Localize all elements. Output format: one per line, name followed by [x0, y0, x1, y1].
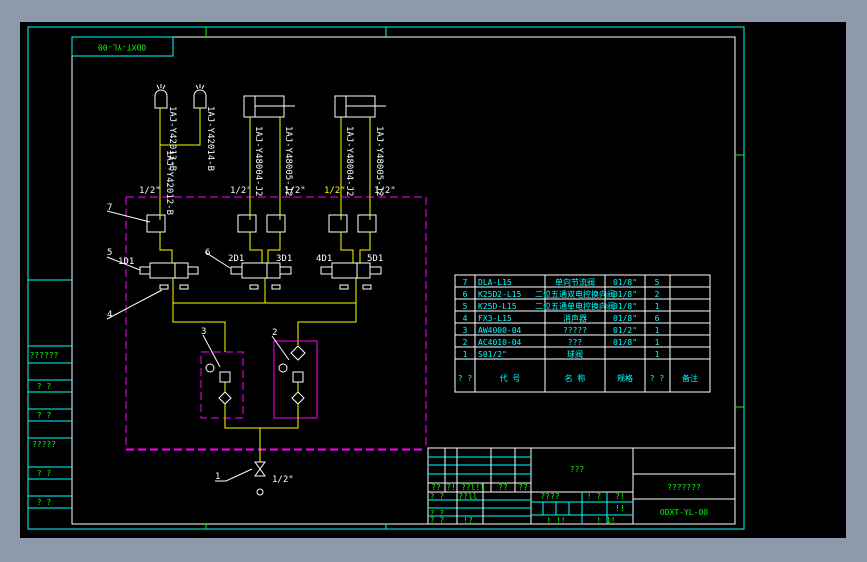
bom-cell-qty: 6: [655, 314, 660, 323]
bom-cell-no: 7: [463, 278, 468, 287]
bom-cell-no: 2: [463, 338, 468, 347]
pipe-label: 1AJ-Y42014-B: [205, 106, 215, 171]
bom-cell-spec: 01/8": [613, 302, 637, 311]
company-name: ???????: [667, 483, 701, 492]
bom-cell-name: ?????: [563, 326, 587, 335]
drawing-title: ???: [570, 465, 585, 474]
callout-7: 7: [107, 203, 112, 213]
bom-header-remark: 备注: [682, 373, 698, 383]
bom-cell-name: 单向节流阀: [555, 277, 595, 287]
title-block-label: ??: [431, 483, 441, 492]
bom-cell-no: 6: [463, 290, 468, 299]
title-block-label: ??ll: [458, 492, 477, 501]
size-label: 1/2": [272, 475, 294, 485]
callout-1: 1: [215, 472, 220, 482]
bom-cell-qty: 1: [655, 350, 660, 359]
title-block-label: ?!: [446, 483, 456, 492]
bom-cell-qty: 1: [655, 338, 660, 347]
bom-cell-name: 球阀: [567, 349, 583, 359]
bom-cell-spec: 01/2": [613, 326, 637, 335]
title-block-label: ?!: [615, 492, 625, 501]
bom-cell-code: AW4000-04: [478, 326, 522, 335]
callout-6: 6: [205, 248, 210, 258]
size-label: 1/2": [230, 186, 252, 196]
title-block-label: !?: [463, 516, 473, 525]
callout-3: 3: [201, 327, 206, 337]
bom-cell-code: S01/2": [478, 350, 507, 359]
bom-cell-no: 1: [463, 350, 468, 359]
callout-5: 5: [107, 248, 112, 258]
size-label: 1/2": [139, 186, 161, 196]
title-block-label: ! !!: [546, 516, 565, 525]
strip-label: ?????: [32, 440, 56, 449]
bom-cell-qty: 5: [655, 278, 660, 287]
bom-cell-spec: 01/8": [613, 278, 637, 287]
title-block-label: ! 1!: [596, 516, 615, 525]
bom-cell-code: FX3-L15: [478, 314, 512, 323]
bom-cell-no: 5: [463, 302, 468, 311]
bom-cell-code: AC4010-04: [478, 338, 522, 347]
size-label: 1/2": [284, 186, 306, 196]
cad-drawing-canvas[interactable]: ODXT-YL-00 ?????? ? ? ? ? ????? ? ? ? ? …: [0, 0, 867, 562]
bom-header-code: 代 号: [500, 373, 521, 383]
title-block-label: ? ?: [430, 492, 445, 501]
drawing-background: [20, 22, 846, 538]
bom-header-no: ? ?: [458, 374, 473, 383]
valve-tag: 3D1: [276, 254, 292, 264]
bom-cell-name: 二位五通单电控换向阀: [535, 301, 615, 311]
bom-cell-code: K25D-L15: [478, 302, 517, 311]
bom-header-name: 名 称: [565, 373, 586, 383]
pipe-label: 1AJ-Y48004-J2: [253, 126, 263, 196]
size-label: 1/2": [374, 186, 396, 196]
bom-cell-qty: 1: [655, 302, 660, 311]
bom-cell-no: 4: [463, 314, 468, 323]
strip-label: ??????: [30, 351, 59, 360]
size-label: 1/2": [324, 186, 346, 196]
stamp-code: ODXT-YL-00: [98, 43, 146, 52]
strip-label: ? ?: [37, 469, 52, 478]
bom-cell-qty: 2: [655, 290, 660, 299]
bom-header-qty: ? ?: [650, 374, 665, 383]
title-block-label: ????: [540, 492, 559, 501]
callout-4: 4: [107, 310, 112, 320]
title-block-label: ??: [518, 483, 528, 492]
bom-cell-spec: 01/8": [613, 314, 637, 323]
valve-tag: 4D1: [316, 254, 332, 264]
strip-label: ? ?: [37, 411, 52, 420]
bom-cell-spec: 01/8": [613, 338, 637, 347]
bom-cell-spec: 01/8": [613, 290, 637, 299]
bom-cell-name: ???: [568, 338, 583, 347]
strip-label: ? ?: [37, 382, 52, 391]
title-block-label: ??: [498, 483, 508, 492]
title-block-label: !!: [615, 504, 625, 513]
bom-cell-code: DLA-L15: [478, 278, 512, 287]
valve-tag: 5D1: [367, 254, 383, 264]
drawing-number: ODXT-YL-00: [660, 508, 708, 517]
bom-cell-no: 3: [463, 326, 468, 335]
bom-header-spec: 规格: [617, 373, 633, 383]
bom-cell-name: 二位五通双电控换向阀: [535, 289, 615, 299]
bom-cell-code: K25D2-L15: [478, 290, 522, 299]
callout-2: 2: [272, 328, 277, 338]
bom-cell-name: 消声器: [563, 313, 587, 323]
title-block-label: ??l!l: [461, 483, 485, 492]
strip-label: ? ?: [37, 498, 52, 507]
pipe-label: 1AJ-Y42012-B: [164, 150, 174, 215]
title-block-label: ! ?: [587, 492, 602, 501]
valve-tag: 2D1: [228, 254, 244, 264]
title-block-label: ? ?: [430, 516, 445, 525]
bom-cell-qty: 1: [655, 326, 660, 335]
